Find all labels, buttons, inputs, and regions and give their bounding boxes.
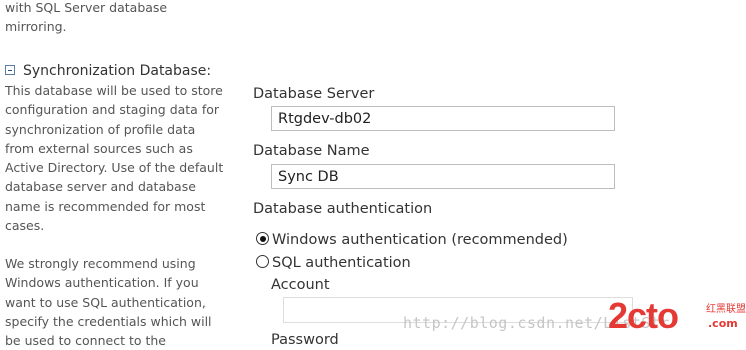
account-label: Account bbox=[271, 277, 330, 293]
description-line: cases. bbox=[5, 218, 45, 234]
windows-auth-label: Windows authentication (recommended) bbox=[272, 232, 568, 248]
database-server-label: Database Server bbox=[253, 86, 375, 102]
windows-auth-option[interactable]: Windows authentication (recommended) bbox=[256, 230, 568, 250]
recommend-line: be used to connect to the bbox=[5, 333, 166, 349]
windows-auth-radio[interactable] bbox=[256, 232, 269, 245]
database-name-label: Database Name bbox=[253, 143, 370, 159]
database-name-input[interactable] bbox=[271, 164, 615, 189]
section-heading[interactable]: Synchronization Database: bbox=[5, 62, 211, 80]
section-description: This database will be used to store conf… bbox=[5, 81, 235, 235]
section-title: Synchronization Database: bbox=[23, 63, 212, 79]
site-logo-suffix: .com bbox=[708, 317, 738, 330]
site-logo-subtitle: 红黑联盟 bbox=[706, 304, 746, 315]
description-line: name is recommended for most bbox=[5, 198, 206, 214]
database-server-input[interactable] bbox=[271, 106, 615, 131]
sql-auth-radio[interactable] bbox=[256, 255, 269, 268]
password-label: Password bbox=[271, 332, 339, 348]
description-line: database server and database bbox=[5, 179, 196, 195]
sql-auth-label: SQL authentication bbox=[272, 255, 411, 271]
description-line: This database will be used to store bbox=[5, 83, 223, 98]
recommend-line: Windows authentication. If you bbox=[5, 275, 199, 291]
description-line: Active Directory. Use of the default bbox=[5, 160, 224, 176]
intro-line: mirroring. bbox=[5, 19, 67, 35]
recommend-line: We strongly recommend using bbox=[5, 256, 196, 271]
intro-text: with SQL Server database mirroring. bbox=[5, 0, 235, 37]
description-line: configuration and staging data for bbox=[5, 102, 220, 118]
database-authentication-label: Database authentication bbox=[253, 201, 433, 217]
recommend-line: want to use SQL authentication, bbox=[5, 294, 206, 310]
auth-recommendation: We strongly recommend using Windows auth… bbox=[5, 254, 235, 350]
site-logo: 2cto bbox=[608, 295, 679, 336]
sql-auth-option[interactable]: SQL authentication bbox=[256, 253, 411, 273]
description-line: synchronization of profile data bbox=[5, 121, 196, 137]
description-line: from external sources such as bbox=[5, 140, 193, 156]
recommend-line: specify the credentials which will bbox=[5, 313, 212, 329]
collapse-icon[interactable] bbox=[5, 65, 15, 75]
intro-line: with SQL Server database bbox=[5, 0, 168, 15]
